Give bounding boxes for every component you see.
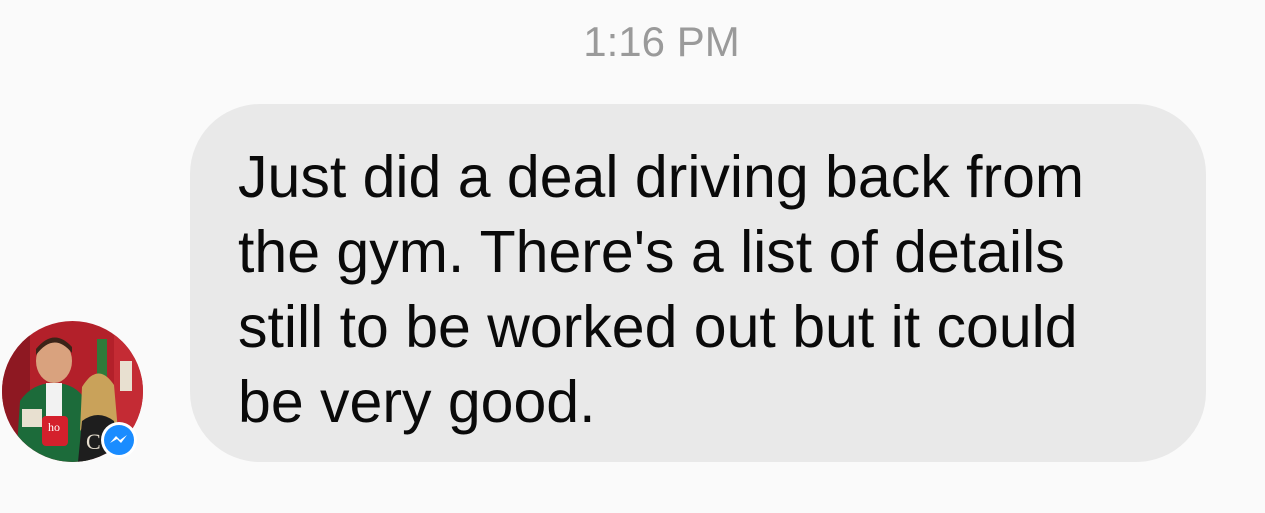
- messenger-icon: [100, 421, 138, 459]
- svg-text:ho: ho: [48, 420, 60, 434]
- svg-text:C: C: [86, 429, 101, 454]
- message-timestamp: 1:16 PM: [583, 18, 740, 65]
- message-text: Just did a deal driving back from the gy…: [238, 144, 1085, 435]
- message-bubble[interactable]: Just did a deal driving back from the gy…: [190, 104, 1206, 462]
